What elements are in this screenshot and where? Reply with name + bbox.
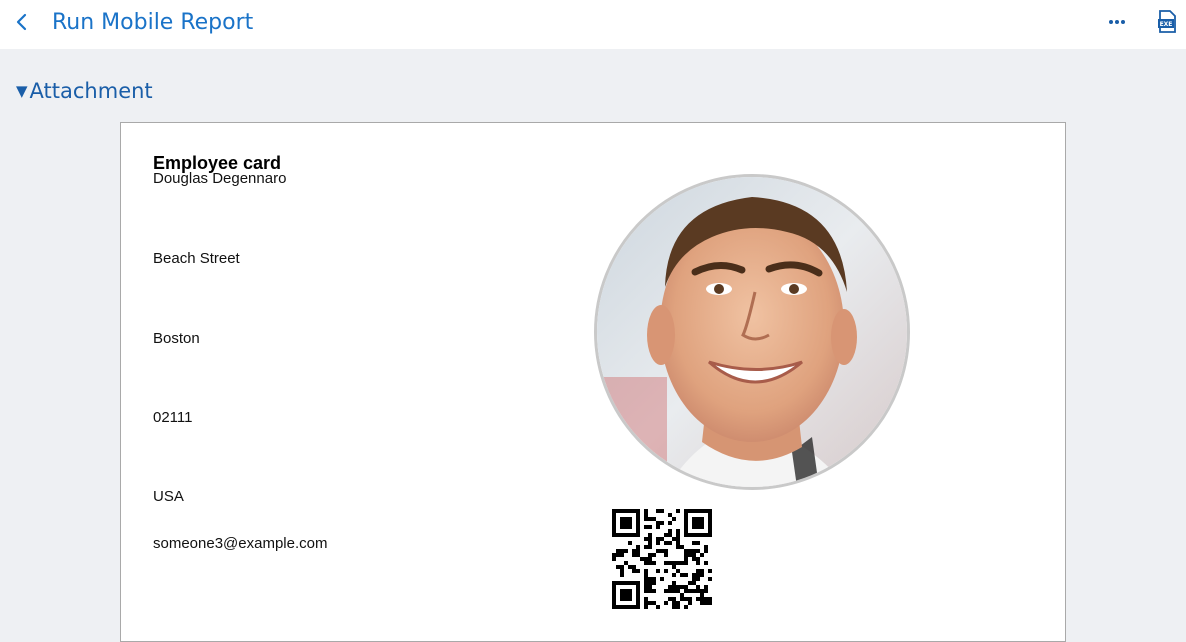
employee-card: Employee card Douglas Degennaro Beach St… (120, 122, 1066, 642)
employee-email: someone3@example.com (153, 535, 328, 552)
employee-zip: 02111 (153, 409, 193, 426)
attachment-section-toggle[interactable]: ▼ Attachment (16, 76, 153, 106)
employee-street: Beach Street (153, 250, 240, 267)
svg-text:EXE: EXE (1160, 21, 1173, 28)
excel-export-icon: EXE (1158, 10, 1176, 33)
triangle-down-icon: ▼ (16, 82, 28, 100)
section-label: Attachment (29, 79, 153, 103)
employee-photo (594, 174, 910, 490)
employee-country: USA (153, 488, 184, 505)
employee-name: Douglas Degennaro (153, 170, 287, 187)
back-button[interactable] (8, 8, 34, 36)
export-excel-button[interactable]: EXE (1155, 9, 1179, 35)
ellipsis-icon (1109, 20, 1125, 24)
top-bar: Run Mobile Report EXE (0, 0, 1186, 49)
employee-city: Boston (153, 330, 200, 347)
chevron-left-icon (16, 13, 27, 31)
qr-code (612, 509, 712, 609)
page-title: Run Mobile Report (52, 10, 254, 35)
more-options-button[interactable] (1104, 10, 1130, 34)
